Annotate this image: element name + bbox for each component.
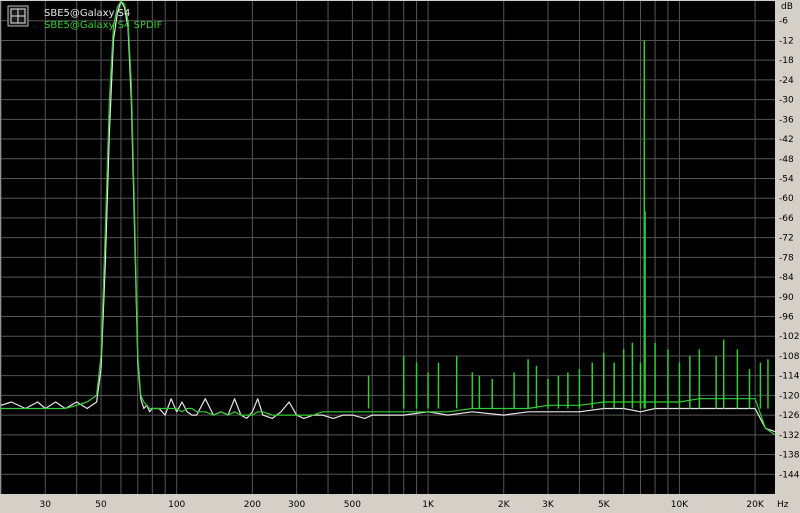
x-tick-label: 20K (746, 500, 764, 510)
y-tick-label: -72 (779, 234, 794, 244)
x-tick-label: 3K (542, 500, 555, 510)
x-tick-label: 1K (422, 500, 435, 510)
y-tick-label: -114 (779, 372, 800, 382)
x-tick-label: 30 (40, 500, 52, 510)
y-tick-label: -126 (779, 411, 800, 421)
y-tick-label: -36 (779, 115, 794, 125)
y-tick-label: -138 (779, 451, 800, 461)
y-tick-label: -144 (779, 470, 800, 480)
y-tick-label: -18 (779, 56, 794, 66)
y-tick-label: -84 (779, 273, 794, 283)
y-tick-label: -60 (779, 194, 794, 204)
y-tick-label: -108 (779, 352, 800, 362)
legend-icon (7, 5, 29, 27)
y-tick-label: -42 (779, 135, 794, 145)
y-tick-label: -12 (779, 36, 794, 46)
x-tick-label: 10K (671, 500, 689, 510)
x-tick-label: 200 (244, 500, 261, 510)
y-tick-label: -66 (779, 214, 794, 224)
spectrum-chart: -6 -12 -18 -24 -30 -36 -42 -48 -54 -60 -66 -72 -78 -8… (0, 0, 800, 513)
y-tick-label: -96 (779, 313, 794, 323)
legend-series-1: SBE5@Galaxy S4 (44, 8, 130, 19)
y-tick-label: -54 (779, 174, 794, 184)
y-unit-label: dB (781, 2, 793, 12)
y-tick-label: -120 (779, 391, 800, 401)
x-tick-label: 300 (288, 500, 305, 510)
x-tick-label: 2K (498, 500, 511, 510)
y-tick-label: -6 (779, 17, 788, 27)
x-tick-label: 500 (344, 500, 361, 510)
x-tick-label: 50 (95, 500, 107, 510)
y-tick-label: -48 (779, 155, 794, 165)
x-tick-label: 5K (598, 500, 611, 510)
plot-area (1, 1, 775, 494)
x-tick-label: 100 (168, 500, 185, 510)
y-tick-label: -24 (779, 76, 794, 86)
y-tick-label: -90 (779, 293, 794, 303)
y-tick-label: -132 (779, 431, 799, 441)
y-tick-label: -102 (779, 332, 799, 342)
y-tick-label: -30 (779, 96, 794, 106)
y-tick-label: -78 (779, 253, 794, 263)
legend-series-2: SBE5@Galaxy S4 SPDIF (44, 20, 163, 31)
x-unit-label: Hz (777, 500, 789, 510)
